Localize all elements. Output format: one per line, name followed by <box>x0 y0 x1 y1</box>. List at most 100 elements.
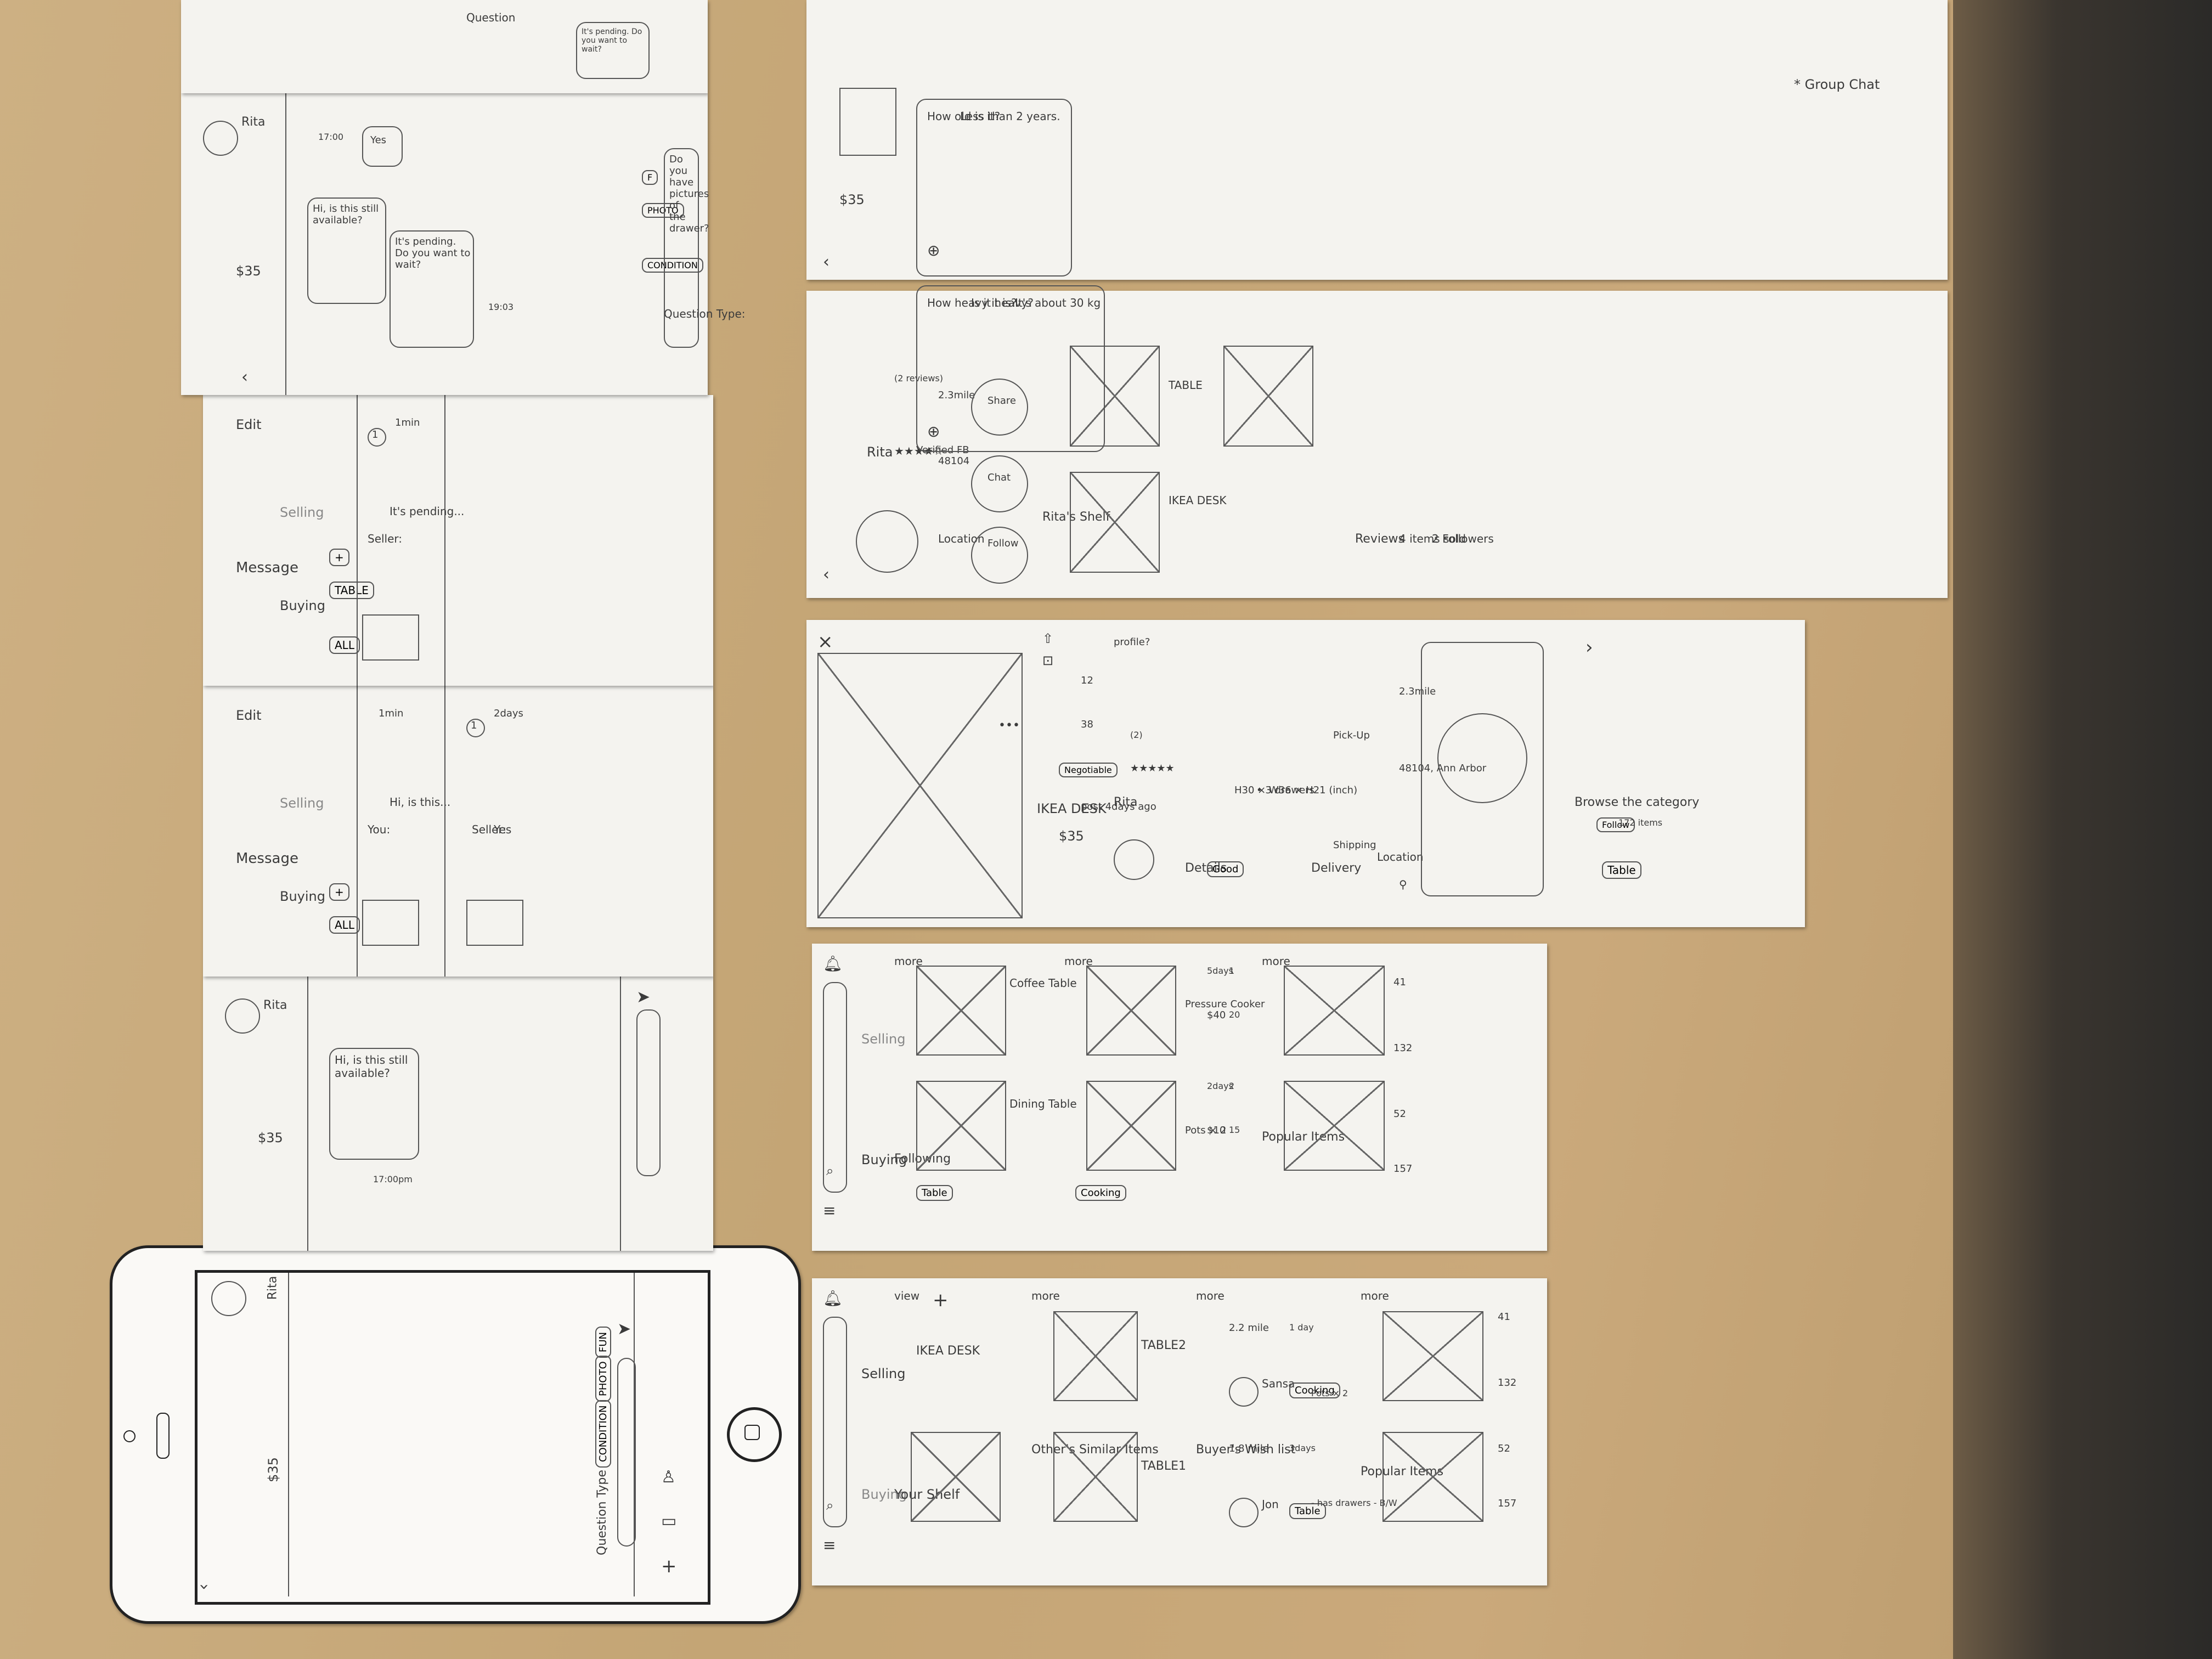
chat-user: Rita <box>263 998 287 1012</box>
send-icon[interactable]: ➤ <box>617 1319 631 1339</box>
follow-label[interactable]: Follow <box>988 538 1018 549</box>
product-detail-screen: × ••• IKEA DESK $35 Negotiable post 4day… <box>806 620 1805 927</box>
chat-bubble-text: Hi, is this still available? <box>335 1053 408 1080</box>
thread-card[interactable] <box>916 285 1105 452</box>
message-list-1: Message Edit Buying Selling ALL + You: H… <box>203 686 713 977</box>
list-item-text: Yes <box>494 823 512 836</box>
menu-icon[interactable]: ≡ <box>823 1536 836 1554</box>
message-input[interactable] <box>636 1009 661 1176</box>
filter-all[interactable]: ALL <box>329 636 360 654</box>
avatar[interactable] <box>211 1281 246 1316</box>
buyer-distance: 2.2 mile <box>1229 1322 1269 1334</box>
chat-bubble-reply <box>362 126 403 167</box>
phone-user: Rita <box>266 1276 280 1300</box>
search-icon[interactable]: ⌕ <box>826 1498 833 1513</box>
view-link[interactable]: view <box>894 1289 919 1302</box>
bookmark-icon[interactable]: ⊡ <box>1042 653 1053 668</box>
chat-bubble-icon[interactable]: ▭ <box>661 1511 676 1531</box>
reviews-title: Reviews <box>1355 532 1404 546</box>
more-link[interactable]: more <box>1196 1289 1224 1302</box>
tab-buying[interactable]: Buying <box>280 889 325 904</box>
avatar[interactable] <box>225 998 260 1034</box>
chat-bubble-text: Hi, is this still available? <box>313 203 379 226</box>
list-item-thumb <box>362 614 419 661</box>
filter-add[interactable]: + <box>329 549 349 566</box>
profile-link[interactable]: profile? <box>1114 636 1150 648</box>
browse-category-title: Browse the category <box>1575 795 1700 809</box>
follow-button[interactable] <box>971 527 1028 584</box>
share-icon[interactable]: ⇧ <box>1042 631 1053 646</box>
add-question-icon[interactable]: ⊕ <box>927 241 940 259</box>
add-shelf-item-button[interactable]: + <box>933 1289 949 1311</box>
buyer-time: 1 day <box>1289 1322 1314 1333</box>
item-saves: 1 <box>1229 966 1235 976</box>
similar-item-image <box>1053 1432 1138 1522</box>
tab-selling[interactable]: Selling <box>861 1031 905 1047</box>
bell-icon[interactable]: 🔔︎ <box>823 955 843 973</box>
menu-icon[interactable]: ≡ <box>823 1201 836 1220</box>
send-icon[interactable]: ➤ <box>636 988 650 1007</box>
popular-item-views: 157 <box>1393 1163 1413 1175</box>
question-label: Question <box>466 11 516 24</box>
chip-fun[interactable]: FUN <box>595 1327 611 1358</box>
popular-item-saves: 41 <box>1498 1311 1510 1323</box>
item-price: $40 <box>1207 1009 1226 1021</box>
chevron-right-icon[interactable]: › <box>1585 636 1593 658</box>
chip-condition[interactable]: CONDITION <box>595 1400 611 1468</box>
seller-avatar[interactable] <box>1114 839 1154 880</box>
message-input-text[interactable]: Do you have pictures of the drawer? <box>669 154 709 234</box>
message-title: Message <box>236 850 298 867</box>
back-icon[interactable]: ‹ <box>241 368 248 387</box>
item-views: 20 <box>1229 1009 1240 1020</box>
chat-label[interactable]: Chat <box>988 472 1011 483</box>
close-icon[interactable]: × <box>817 631 833 653</box>
search-input[interactable] <box>823 982 847 1193</box>
phone-header-divider <box>288 1273 289 1596</box>
list-item-time: 1min <box>395 417 420 428</box>
edit-button[interactable]: Edit <box>236 417 261 432</box>
more-link[interactable]: more <box>1031 1289 1060 1302</box>
category-tag[interactable]: Table <box>1602 861 1641 879</box>
table-tag[interactable]: Table <box>916 1185 953 1201</box>
chat-button[interactable] <box>971 455 1028 512</box>
chip-fun[interactable]: F <box>642 170 658 185</box>
chat-screen: $35 Rita Hi, is this still available? 17… <box>203 977 713 1251</box>
filter-add[interactable]: + <box>329 883 349 901</box>
pickup-checkbox[interactable]: Pick-Up <box>1333 730 1370 741</box>
cooking-tag[interactable]: Cooking <box>1075 1185 1126 1201</box>
profile-icon[interactable]: ♙ <box>661 1468 676 1487</box>
back-icon[interactable]: ‹ <box>194 1584 213 1590</box>
back-icon[interactable]: ‹ <box>823 252 830 272</box>
bell-icon[interactable]: 🔔︎ <box>823 1289 843 1307</box>
add-question-icon[interactable]: ⊕ <box>927 422 940 441</box>
avatar[interactable] <box>203 121 238 156</box>
search-icon[interactable]: ⌕ <box>826 1163 833 1178</box>
chip-photo[interactable]: PHOTO <box>595 1356 611 1402</box>
seller-name: Rita <box>1114 795 1138 809</box>
shelf-item-title: IKEA DESK <box>916 1344 980 1358</box>
shipping-checkbox[interactable]: Shipping <box>1333 839 1376 851</box>
search-input[interactable] <box>823 1317 847 1527</box>
filter-table[interactable]: TABLE <box>329 582 374 599</box>
unread-badge-count: 1 <box>471 720 477 731</box>
tab-buying[interactable]: Buying <box>280 598 325 613</box>
list-item-thumb <box>362 900 419 946</box>
tab-selling[interactable]: Selling <box>280 505 324 520</box>
chat-time: 19:03 <box>488 302 514 312</box>
back-icon[interactable]: ‹ <box>823 565 830 584</box>
message-input[interactable] <box>617 1358 636 1547</box>
chat-price: $35 <box>258 1130 283 1146</box>
popular-item-views: 132 <box>1498 1377 1517 1389</box>
popular-item-image <box>1383 1432 1483 1522</box>
negotiable-badge: Negotiable <box>1059 763 1118 777</box>
item-views: 15 <box>1229 1125 1240 1135</box>
tab-selling[interactable]: Selling <box>280 795 324 811</box>
pin-icon: ⚲ <box>1399 878 1407 891</box>
add-icon[interactable]: + <box>661 1555 677 1577</box>
edit-button[interactable]: Edit <box>236 708 261 723</box>
tab-selling[interactable]: Selling <box>861 1366 905 1381</box>
filter-all[interactable]: ALL <box>329 916 360 934</box>
more-link[interactable]: more <box>1361 1289 1389 1302</box>
popular-item-saves: 41 <box>1393 977 1406 988</box>
desk-surface: ‹ $35 Rita Question Type CONDITION PHOTO… <box>0 0 2212 1659</box>
